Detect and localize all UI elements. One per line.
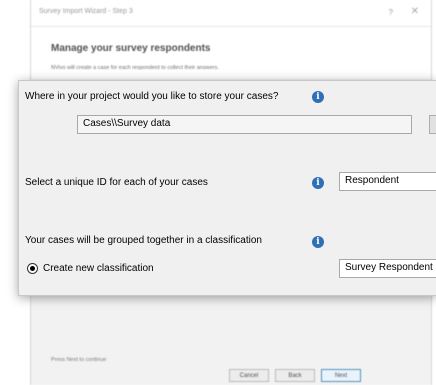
- unique-id-label: Select a unique ID for each of your case…: [25, 177, 208, 188]
- cancel-button[interactable]: Cancel: [229, 369, 269, 382]
- classification-label: Your cases will be grouped together in a…: [25, 235, 262, 246]
- case-settings-panel: Where in your project would you like to …: [18, 80, 436, 296]
- store-location-field: Cases\\Survey data: [77, 115, 412, 134]
- info-icon[interactable]: i: [312, 91, 324, 103]
- browse-button[interactable]: [429, 115, 436, 134]
- wizard-subtitle: NVivo will create a case for each respon…: [51, 65, 219, 71]
- wizard-heading: Manage your survey respondents: [51, 43, 211, 54]
- footer-hint: Press Next to continue: [51, 357, 107, 363]
- create-new-label[interactable]: Create new classification: [43, 263, 154, 274]
- help-icon[interactable]: ?: [389, 8, 393, 17]
- wizard-header: Manage your survey respondents NVivo wil…: [31, 27, 431, 79]
- create-new-radio[interactable]: [27, 263, 38, 274]
- store-location-label: Where in your project would you like to …: [25, 91, 279, 102]
- unique-id-select[interactable]: Respondent: [339, 172, 436, 191]
- info-icon[interactable]: i: [312, 236, 324, 248]
- wizard-title: Survey Import Wizard - Step 3: [39, 8, 133, 15]
- close-icon[interactable]: ✕: [411, 6, 419, 17]
- info-icon[interactable]: i: [312, 177, 324, 189]
- wizard-titlebar: Survey Import Wizard - Step 3 ? ✕: [31, 0, 431, 27]
- next-button[interactable]: Next: [321, 369, 361, 382]
- back-button[interactable]: Back: [275, 369, 315, 382]
- classification-name-field[interactable]: Survey Respondent: [339, 259, 436, 278]
